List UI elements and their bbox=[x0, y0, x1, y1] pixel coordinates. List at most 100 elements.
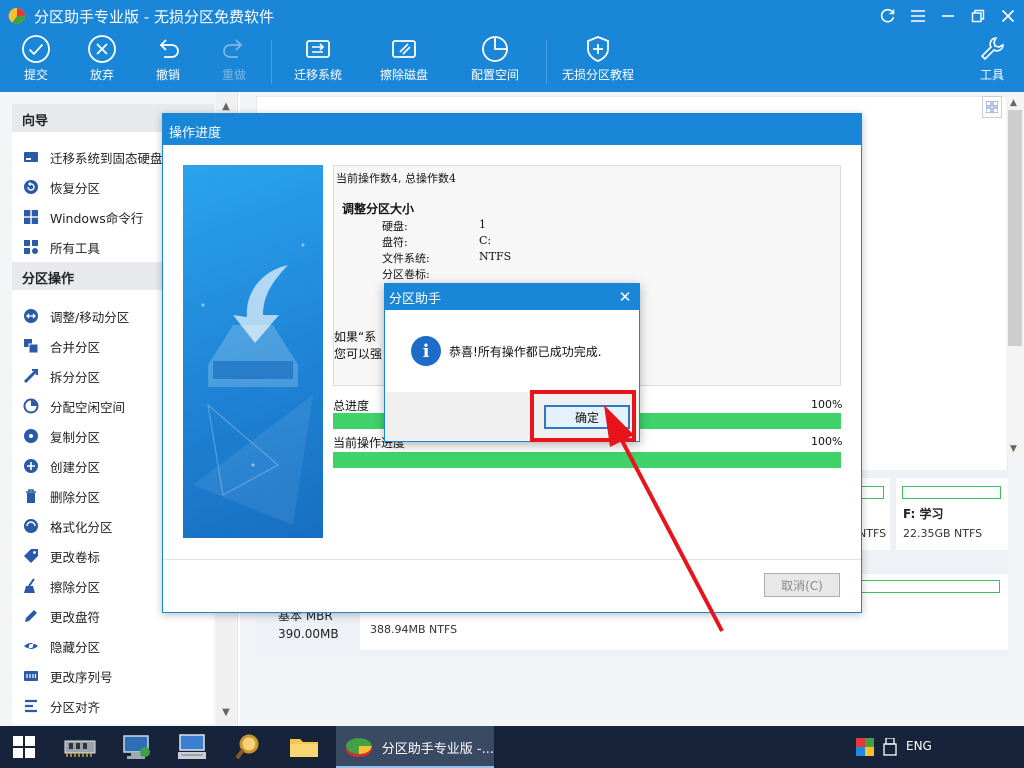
close-icon[interactable] bbox=[996, 6, 1020, 26]
toolbar: 提交 放弃 撤销 重做 迁移系统 擦除磁盘 配置空间 无损分区教程 工具 bbox=[0, 32, 1024, 92]
discard-button[interactable]: 放弃 bbox=[82, 32, 122, 92]
log-field-key: 分区卷标: bbox=[382, 268, 430, 281]
partition-info: 22.35GB NTFS bbox=[903, 527, 983, 540]
close-icon[interactable]: ✕ bbox=[615, 287, 635, 307]
tools-button[interactable]: 工具 bbox=[972, 32, 1012, 92]
sidebar-item-align-partition[interactable]: 分区对齐 bbox=[12, 691, 214, 721]
windows-start-icon[interactable] bbox=[0, 726, 48, 768]
tag-icon bbox=[22, 547, 40, 565]
allocate-icon bbox=[22, 397, 40, 415]
progress-banner bbox=[183, 165, 323, 538]
wipe-disk-button[interactable]: 擦除磁盘 bbox=[376, 32, 432, 92]
progress-dialog-title: 操作进度 bbox=[163, 114, 861, 145]
info-icon: i bbox=[411, 336, 441, 366]
partition-info: NTFS bbox=[858, 527, 887, 540]
log-field-value: C: bbox=[479, 234, 492, 247]
app-logo-icon bbox=[8, 7, 26, 25]
app-logo-icon bbox=[345, 738, 372, 757]
view-switch-icon[interactable] bbox=[982, 96, 1002, 118]
sidebar-item-label: 更改卷标 bbox=[50, 549, 101, 565]
tutorial-button[interactable]: 无损分区教程 bbox=[560, 32, 636, 92]
sidebar-item-label: 拆分分区 bbox=[50, 369, 101, 385]
log-note-line1: 如果“系 bbox=[334, 330, 377, 344]
sidebar-item-properties[interactable]: 属性 bbox=[12, 721, 214, 724]
message-text: 恭喜!所有操作都已成功完成. bbox=[449, 345, 602, 359]
magnifier-icon[interactable] bbox=[220, 726, 276, 768]
submit-button[interactable]: 提交 bbox=[16, 32, 56, 92]
refresh-icon[interactable] bbox=[876, 6, 900, 26]
shield-plus-icon bbox=[578, 32, 618, 66]
windows-icon bbox=[22, 208, 40, 226]
align-icon bbox=[22, 697, 40, 715]
language-indicator[interactable]: ENG bbox=[906, 739, 932, 753]
restore-icon[interactable] bbox=[966, 6, 990, 26]
sidebar-item-change-serial[interactable]: 更改序列号 bbox=[12, 661, 214, 691]
partition-name: F: 学习 bbox=[903, 507, 944, 521]
usb-drive-icon[interactable] bbox=[882, 737, 898, 756]
log-field-key: 盘符: bbox=[382, 236, 408, 249]
log-summary: 当前操作数4, 总操作数4 bbox=[336, 172, 456, 185]
sidebar-item-label: 创建分区 bbox=[50, 459, 101, 475]
sidebar-item-label: 删除分区 bbox=[50, 489, 101, 505]
main-scroll-up-icon[interactable]: ▲ bbox=[1010, 98, 1017, 108]
resize-icon bbox=[22, 307, 40, 325]
check-circle-icon bbox=[16, 32, 56, 66]
sidebar-item-label: 更改盘符 bbox=[50, 609, 101, 625]
annotation-arrow bbox=[604, 405, 724, 632]
minimize-icon[interactable] bbox=[936, 6, 960, 26]
main-scrollbar-thumb[interactable] bbox=[1008, 110, 1022, 346]
sidebar-item-label: 调整/移动分区 bbox=[50, 309, 130, 325]
sidebar-item-label: 迁移系统到固态硬盘 bbox=[50, 150, 163, 166]
trash-icon bbox=[22, 487, 40, 505]
allocate-space-button[interactable]: 配置空间 bbox=[467, 32, 523, 92]
sidebar-item-label: 所有工具 bbox=[50, 240, 101, 256]
dialog-divider bbox=[163, 559, 861, 560]
toolbar-divider bbox=[271, 40, 272, 84]
sidebar-item-label: 合并分区 bbox=[50, 339, 101, 355]
current-progress-bar bbox=[333, 452, 841, 468]
partition-info: 388.94MB NTFS bbox=[370, 623, 458, 636]
serial-icon bbox=[22, 667, 40, 685]
sidebar-item-hide-partition[interactable]: 隐藏分区 bbox=[12, 631, 214, 661]
scroll-up-icon[interactable]: ▲ bbox=[216, 98, 236, 114]
partition-card-f[interactable]: F: 学习 22.35GB NTFS bbox=[896, 478, 1008, 550]
memory-chip-icon[interactable] bbox=[52, 726, 108, 768]
migrate-system-button[interactable]: 迁移系统 bbox=[290, 32, 346, 92]
log-field-value: NTFS bbox=[479, 250, 512, 263]
taskbar-active-app[interactable]: 分区助手专业版 -... bbox=[336, 726, 494, 768]
undo-button[interactable]: 撤销 bbox=[148, 32, 188, 92]
create-icon bbox=[22, 457, 40, 475]
taskbar-active-label: 分区助手专业版 -... bbox=[381, 741, 494, 757]
menu-icon[interactable] bbox=[906, 6, 930, 26]
disk2-size: 390.00MB bbox=[278, 627, 339, 641]
folder-icon[interactable] bbox=[276, 726, 332, 768]
partition-usage-bar bbox=[902, 486, 1001, 499]
migrate-system-icon bbox=[298, 32, 338, 66]
broom-icon bbox=[22, 577, 40, 595]
color-tray-icon[interactable] bbox=[856, 738, 874, 756]
wipe-disk-icon bbox=[384, 32, 424, 66]
migrate-system-label: 迁移系统 bbox=[293, 68, 342, 82]
log-field-key: 硬盘: bbox=[382, 220, 408, 233]
discard-label: 放弃 bbox=[89, 68, 114, 82]
title-bar: 分区助手专业版 - 无损分区免费软件 bbox=[0, 0, 1024, 32]
toolbar-divider bbox=[546, 40, 547, 84]
download-drive-icon bbox=[193, 243, 313, 525]
network-computer-icon[interactable] bbox=[108, 726, 164, 768]
sidebar-item-label: 分配空闲空间 bbox=[50, 399, 126, 415]
undo-icon bbox=[148, 32, 188, 66]
window-title: 分区助手专业版 - 无损分区免费软件 bbox=[34, 8, 274, 26]
scroll-down-icon[interactable]: ▼ bbox=[216, 704, 236, 720]
log-field-value: 1 bbox=[479, 218, 486, 231]
cancel-button[interactable]: 取消(C) bbox=[764, 573, 840, 597]
pencil-icon bbox=[22, 607, 40, 625]
redo-button[interactable]: 重做 bbox=[214, 32, 254, 92]
keyboard-computer-icon[interactable] bbox=[164, 726, 220, 768]
format-icon bbox=[22, 517, 40, 535]
taskbar: 分区助手专业版 -... ENG bbox=[0, 726, 1024, 768]
x-circle-icon bbox=[82, 32, 122, 66]
main-scroll-down-icon[interactable]: ▼ bbox=[1010, 444, 1017, 454]
wrench-icon bbox=[972, 32, 1012, 66]
current-progress-track bbox=[333, 452, 841, 468]
submit-label: 提交 bbox=[23, 68, 48, 82]
